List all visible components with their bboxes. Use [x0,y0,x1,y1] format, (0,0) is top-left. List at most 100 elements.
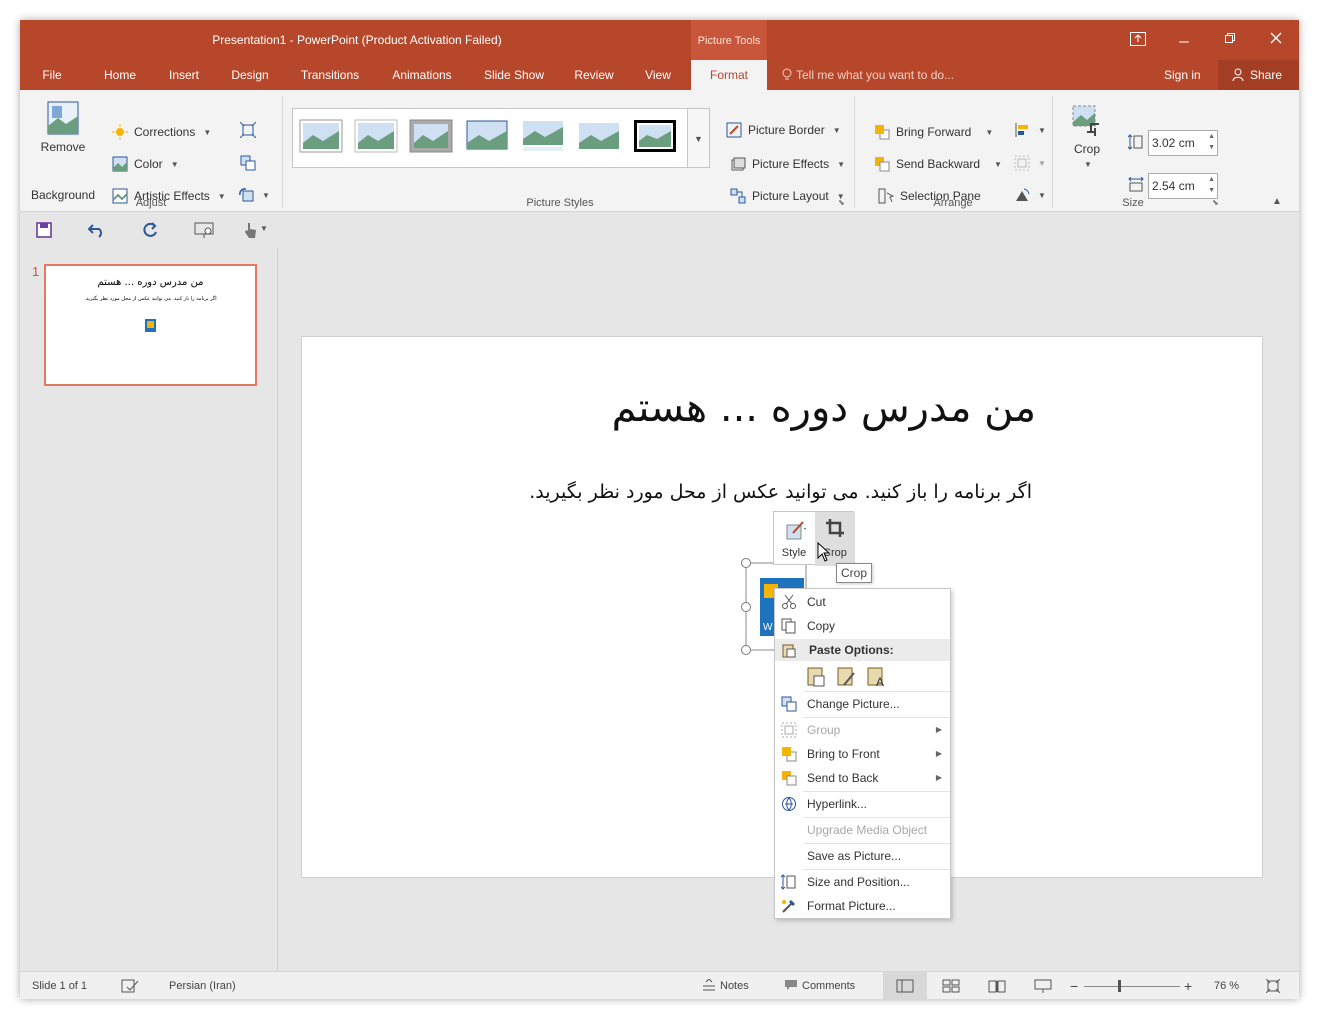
remove-background-label-1: Remove [40,140,86,154]
fit-slide-icon[interactable] [1266,979,1280,993]
chevron-down-icon[interactable]: ▼ [260,224,268,233]
tab-animations[interactable]: Animations [382,60,462,90]
tab-design[interactable]: Design [222,60,278,90]
width-input[interactable]: 2.54 cm ▲ ▼ [1148,173,1218,199]
zoom-slider[interactable] [1084,986,1180,987]
zoom-level[interactable]: 76 % [1214,972,1239,999]
menu-item-send-to-back[interactable]: Send to Back ▶ [775,766,950,790]
group-divider [854,96,855,208]
spin-down-icon[interactable]: ▼ [1208,187,1215,194]
chevron-down-icon: ▼ [203,127,212,137]
corrections-button[interactable]: Corrections ▼ [112,124,211,140]
normal-view-button[interactable] [883,972,927,999]
redo-icon[interactable] [142,222,158,238]
slide-sorter-icon[interactable] [942,979,960,993]
tab-format[interactable]: Format [691,60,767,90]
dialog-launcher-icon[interactable]: ⬊ [838,198,845,207]
picture-style-6[interactable] [577,119,621,153]
picture-style-1[interactable] [299,119,343,153]
tell-me-text: Tell me what you want to do... [796,68,955,82]
menu-item-save-as-picture[interactable]: Save as Picture... [775,844,950,868]
tab-review[interactable]: Review [566,60,622,90]
menu-item-cut[interactable]: Cut [775,590,950,614]
align-button[interactable]: ▼ [1014,122,1046,138]
menu-item-upgrade-media[interactable]: Upgrade Media Object [775,818,950,842]
slideshow-view-icon[interactable] [1034,979,1052,993]
menu-item-change-picture[interactable]: Change Picture... [775,692,950,716]
send-backward-button[interactable]: Send Backward ▼ [874,156,1002,172]
corrections-label: Corrections [134,125,196,139]
sign-in-link[interactable]: Sign in [1164,60,1201,90]
tab-home[interactable]: Home [94,60,146,90]
spin-down-icon[interactable]: ▼ [1208,144,1215,151]
zoom-slider-thumb[interactable] [1118,980,1121,992]
menu-item-format-picture[interactable]: Format Picture... [775,894,950,918]
minimize-button[interactable] [1161,20,1207,60]
ribbon-display-options-button[interactable] [1115,20,1161,60]
save-icon[interactable] [36,222,52,238]
menu-item-hyperlink[interactable]: Hyperlink... [775,792,950,816]
tab-view[interactable]: View [636,60,680,90]
spin-up-icon[interactable]: ▲ [1208,176,1215,183]
language-indicator[interactable]: Persian (Iran) [169,972,236,999]
copy-icon [781,618,796,634]
picture-effects-button[interactable]: Picture Effects ▼ [730,156,845,172]
restore-button[interactable] [1207,20,1253,60]
crop-button[interactable]: Crop ▼ [1066,102,1108,169]
slide-title-text[interactable]: من مدرس دوره ... هستم [612,385,1036,431]
remove-background-button[interactable]: Remove [30,100,96,186]
tab-transitions[interactable]: Transitions [292,60,368,90]
menu-item-group[interactable]: Group ▶ [775,718,950,742]
reading-view-icon[interactable] [988,979,1006,993]
chevron-down-icon: ▼ [837,159,846,169]
zoom-in-button[interactable]: + [1184,972,1192,999]
menu-item-copy[interactable]: Copy [775,614,950,638]
picture-style-7[interactable] [633,119,677,153]
slide-body-text[interactable]: اگر برنامه را باز کنید. می توانید عکس از… [529,481,1032,503]
picture-style-2[interactable] [354,119,398,153]
spin-up-icon[interactable]: ▲ [1208,133,1215,140]
width-icon [1128,177,1144,192]
paste-keep-text-only-icon[interactable]: A [866,665,888,687]
change-picture-button[interactable] [240,155,256,171]
mini-style-button[interactable]: Style [774,512,814,566]
chevron-down-icon: ▼ [985,127,994,137]
tab-file[interactable]: File [30,60,74,90]
close-button[interactable] [1253,20,1299,60]
zoom-out-button[interactable]: − [1070,972,1078,999]
bring-forward-button[interactable]: Bring Forward ▼ [874,124,993,140]
start-slideshow-icon[interactable] [194,222,214,238]
notes-button[interactable]: Notes [702,972,749,999]
menu-item-size-position[interactable]: Size and Position... [775,870,950,894]
clipboard-icon [782,644,796,658]
menu-item-bring-to-front[interactable]: Bring to Front ▶ [775,742,950,766]
picture-border-button[interactable]: Picture Border ▼ [726,122,841,138]
paste-use-destination-theme-icon[interactable] [806,665,826,687]
color-button[interactable]: Color ▼ [112,156,179,172]
tab-insert[interactable]: Insert [160,60,208,90]
svg-text:W: W [763,622,773,633]
tell-me-search[interactable]: Tell me what you want to do... [782,60,954,90]
comments-button[interactable]: Comments [784,972,855,999]
share-button[interactable]: Share [1218,60,1299,90]
height-input[interactable]: 3.02 cm ▲ ▼ [1148,130,1218,156]
gallery-more-button[interactable]: ▼ [688,108,710,168]
picture-style-5[interactable] [521,119,565,153]
thumbnail-body: اگر برنامه را باز کنید. می توانید عکس از… [84,296,217,302]
spell-check-icon[interactable] [121,979,139,993]
collapse-ribbon-icon[interactable]: ▲ [1272,196,1282,207]
dialog-launcher-icon[interactable]: ⬊ [1212,198,1219,207]
undo-icon[interactable] [88,222,106,238]
slide-thumbnail[interactable]: من مدرس دوره ... هستم اگر برنامه را باز … [44,264,257,386]
menu-item-label: Bring to Front [807,747,880,761]
picture-style-4[interactable] [465,119,509,153]
tab-slide-show[interactable]: Slide Show [476,60,552,90]
picture-style-3[interactable] [409,119,453,153]
compress-pictures-button[interactable] [240,122,256,138]
paste-picture-icon[interactable] [836,665,856,687]
group-icon [1014,155,1030,171]
touch-mode-icon[interactable] [242,221,258,239]
crop-icon [826,519,844,537]
group-objects-button[interactable]: ▼ [1014,155,1046,171]
color-picture-icon [112,156,128,172]
